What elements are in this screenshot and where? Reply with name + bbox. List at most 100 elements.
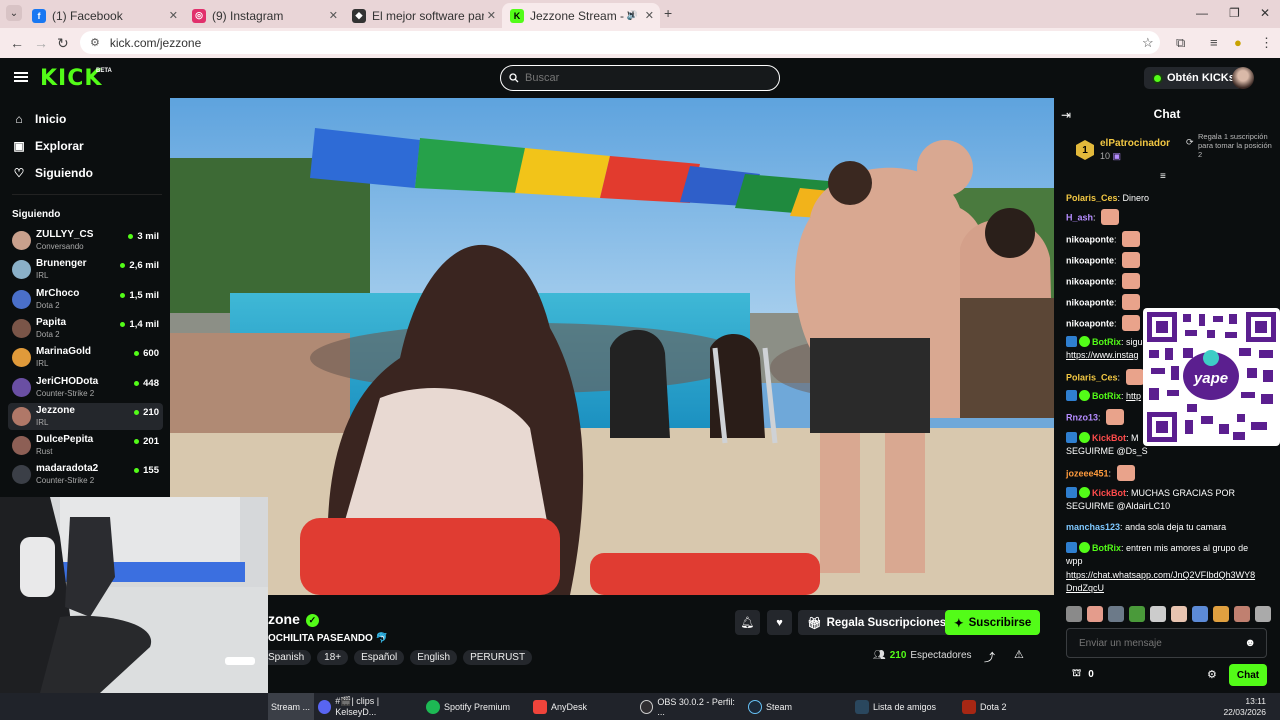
emote-icon[interactable] [1108,606,1124,622]
chat-message-input[interactable] [1079,637,1229,649]
address-bar[interactable]: ⚙ kick.com/jezzone [80,31,1160,54]
emote-icon[interactable] [1129,606,1145,622]
emote-icon [1122,294,1141,310]
share-icon[interactable]: ⤴ [984,649,995,665]
emote-icon[interactable] [1255,606,1271,622]
emote-icon[interactable] [1234,606,1250,622]
notification-bell-button[interactable]: 🔔︎ [735,610,760,635]
user-avatar[interactable] [1232,67,1254,89]
following-item[interactable]: Papita Dota 2 1,4 mil [8,315,163,342]
taskbar-item-spotify[interactable]: Spotify Premium [426,693,526,720]
video-player[interactable] [170,98,1054,595]
minimize-icon[interactable]: — [1196,6,1208,20]
emoji-picker-icon[interactable]: ☻ [1244,637,1256,649]
following-item[interactable]: MarinaGold IRL 600 [8,344,163,371]
channel-points[interactable]: ⛫ 0 [1072,668,1094,681]
follow-heart-button[interactable]: ♥ [767,610,792,635]
media-control-icon[interactable]: ≡ [1210,35,1218,50]
kick-logo[interactable]: KICK [40,66,102,91]
tag[interactable]: Spanish [268,650,312,665]
taskbar-item-anydesk[interactable]: AnyDesk [533,693,633,720]
close-window-icon[interactable]: ✕ [1260,6,1270,20]
gift-leaderboard[interactable]: 1 elPatrocinador 10 ▣ Regala 1 suscripci… [1076,132,1276,168]
close-tab-icon[interactable]: ✕ [645,9,654,22]
reload-icon[interactable]: ↻ [57,35,69,52]
extensions-icon[interactable]: ⧉ [1176,35,1185,51]
tab-software[interactable]: ◆ El mejor software para potencia ✕ [344,3,502,28]
close-tab-icon[interactable]: ✕ [329,9,338,22]
tab-kick-active[interactable]: K Jezzone Stream - Watch Liv 🔊 ✕ [502,3,660,28]
nav-home[interactable]: ⌂ Inicio [12,112,66,126]
heart-icon: ♥ [776,616,783,629]
send-chat-button[interactable]: Chat [1229,664,1267,686]
report-warning-icon[interactable]: ⚠ [1014,648,1024,661]
tab-instagram[interactable]: ◎ (9) Instagram ✕ [184,3,344,28]
chat-message: BotRix: entren mis amores al grupo de [1066,542,1274,555]
following-item[interactable]: madaradota2 Counter-Strike 2 155 [8,461,163,488]
software-icon: ◆ [352,8,366,23]
taskbar-item[interactable]: Stream ... [268,693,314,720]
close-tab-icon[interactable]: ✕ [169,9,178,22]
emote-bar [1066,606,1271,622]
channel-name[interactable]: zone ✓ [268,611,319,627]
following-item[interactable]: Brunenger IRL 2,6 mil [8,256,163,283]
back-icon[interactable]: ← [10,35,24,51]
emote-icon[interactable] [1213,606,1229,622]
following-item[interactable]: JeriCHODota Counter-Strike 2 448 [8,374,163,401]
spotify-icon [426,699,440,714]
taskbar-item-friends[interactable]: Lista de amigos [855,693,955,720]
site-header: KICK BETA Obtén KICKs [0,58,1280,98]
menu-icon[interactable] [14,72,28,82]
new-tab-button[interactable]: + [664,5,672,21]
tag[interactable]: PERURUST [463,650,533,665]
nav-following[interactable]: ♡ Siguiendo [12,166,93,180]
tag[interactable]: English [410,650,458,665]
system-clock[interactable]: 13:11 22/03/2026 [1223,696,1266,718]
taskbar-item-dota2[interactable]: Dota 2 [962,693,1042,720]
audio-playing-icon[interactable]: 🔊 [627,10,638,21]
chat-link[interactable]: https://chat.whatsapp.com/JnQ2VFIbdQh3WY… [1066,569,1274,582]
chat-message: nikoaponte: [1066,273,1274,290]
stream-info-bar: zone ✓ OCHILITA PASEANDO 🐬 Spanish 18+ Esp… [268,595,1054,693]
following-item-active[interactable]: Jezzone IRL 210 [8,403,163,430]
following-item[interactable]: MrChoco Dota 2 1,5 mil [8,286,163,313]
restore-icon[interactable]: ❐ [1229,6,1240,20]
browser-toolbar: ← → ↻ ⚙ kick.com/jezzone ☆ ⧉ ≡ ● ⋮ [0,28,1280,58]
taskbar-item-discord[interactable]: #🎬| clips | KelseyD... [318,693,418,720]
site-info-icon[interactable]: ⚙ [90,36,100,49]
emote-icon[interactable] [1066,606,1082,622]
forward-icon[interactable]: → [34,35,48,51]
emote-icon[interactable] [1171,606,1187,622]
chat-message: KickBot: MUCHAS GRACIAS POR [1066,487,1274,500]
get-kicks-button[interactable]: Obtén KICKs [1144,67,1243,89]
chat-settings-gear-icon[interactable]: ⚙ [1207,668,1217,681]
tag[interactable]: Español [354,650,405,665]
close-tab-icon[interactable]: ✕ [487,9,496,22]
subscribe-button[interactable]: ✦ Suscribirse [945,610,1041,635]
nav-explore[interactable]: ▣ Explorar [12,139,83,153]
profile-extension-icon[interactable]: ● [1234,35,1242,50]
emote-icon[interactable] [1087,606,1103,622]
chat-input-box[interactable]: ☻ [1066,628,1267,658]
avatar [12,231,31,250]
bookmark-star-icon[interactable]: ☆ [1142,35,1154,51]
expand-leaderboard-icon[interactable]: ≡ [1160,171,1166,182]
obs-icon [640,699,654,714]
search-box[interactable] [500,65,780,91]
gift-subs-button[interactable]: 🎁︎ Regala Suscripciones [798,610,956,635]
emote-icon[interactable] [1150,606,1166,622]
following-item[interactable]: ZULLYY_CS Conversando 3 mil [8,227,163,254]
avatar [12,407,31,426]
following-item[interactable]: DulcePepita Rust 201 [8,432,163,459]
emote-icon[interactable] [1192,606,1208,622]
tag[interactable]: 18+ [317,650,349,665]
taskbar-item-obs[interactable]: OBS 30.0.2 - Perfil: ... [640,693,740,720]
avatar [12,465,31,484]
taskbar-item-steam[interactable]: Steam [748,693,848,720]
browser-menu-icon[interactable]: ⋮ [1260,35,1273,51]
chat-link[interactable]: DndZqcU [1066,582,1274,595]
search-input[interactable] [525,72,765,84]
stream-title: OCHILITA PASEANDO 🐬 [268,633,389,644]
tab-facebook[interactable]: f (1) Facebook ✕ [24,3,184,28]
tab-search-button[interactable]: ⌄ [6,5,22,21]
